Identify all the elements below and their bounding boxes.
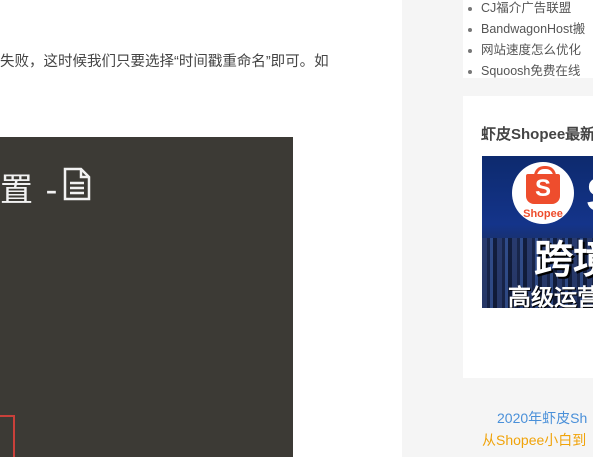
sidebar: CJ福介广告联盟 BandwagonHost搬 网站速度怎么优化 Squoosh… xyxy=(402,0,593,457)
shopee-ad-banner[interactable]: S Shopee S 跨境 高级运营 xyxy=(482,156,593,308)
recent-posts-list: CJ福介广告联盟 BandwagonHost搬 网站速度怎么优化 Squoosh… xyxy=(463,0,593,82)
recent-post-link[interactable]: 网站速度怎么优化 xyxy=(468,40,593,61)
ad-letter-graphic: S xyxy=(586,168,593,223)
ad-headline: 跨境 xyxy=(534,239,593,282)
article-main: 失败，这时候我们只要选择“时间戳重命名”即可。如 置 - xyxy=(0,0,402,457)
ad-widget-title: 虾皮Shopee最新 xyxy=(481,126,593,143)
recent-posts-widget: CJ福介广告联盟 BandwagonHost搬 网站速度怎么优化 Squoosh… xyxy=(463,0,593,78)
article-paragraph: 失败，这时候我们只要选择“时间戳重命名”即可。如 xyxy=(0,54,329,70)
ad-caption-link[interactable]: 2020年虾皮Sh xyxy=(497,408,587,428)
shopee-logo-word: Shopee xyxy=(523,208,563,220)
article-screenshot-image: 置 - xyxy=(0,137,293,457)
shopee-logo: S Shopee xyxy=(512,162,574,224)
recent-post-link[interactable]: BandwagonHost搬 xyxy=(468,19,593,40)
ad-widget: 虾皮Shopee最新 S Shopee S 跨境 高级运营 2020年虾皮Sh … xyxy=(463,96,593,448)
ad-promo-link[interactable]: 从Shopee小白到 xyxy=(482,430,586,450)
document-icon xyxy=(63,167,91,201)
highlight-box xyxy=(0,415,15,457)
recent-post-link[interactable]: CJ福介广告联盟 xyxy=(468,0,593,19)
ad-subline: 高级运营 xyxy=(508,284,593,308)
recent-post-link[interactable]: Squoosh免费在线 xyxy=(468,61,593,82)
screenshot-title-text: 置 - xyxy=(0,170,59,209)
shopping-bag-icon: S xyxy=(526,174,560,204)
